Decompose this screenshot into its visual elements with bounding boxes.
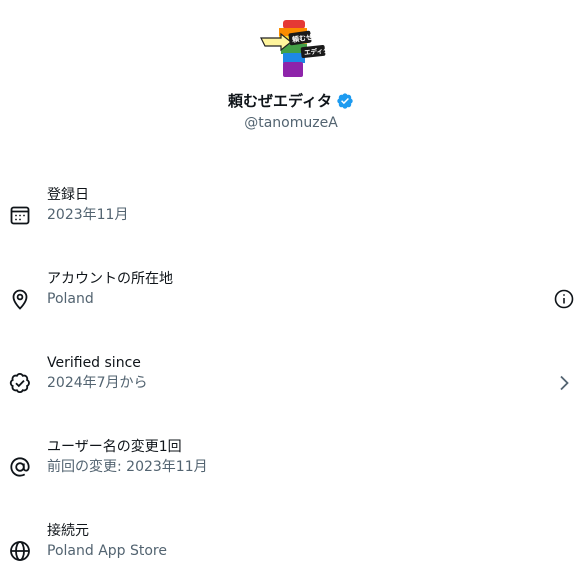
handle: @tanomuzeA	[244, 115, 338, 131]
info-row-location: アカウントの所在地 Poland	[0, 269, 582, 329]
globe-icon	[8, 539, 32, 563]
verified-badge-icon[interactable]	[336, 92, 354, 110]
row-subtitle: Poland App Store	[47, 543, 167, 559]
row-subtitle: 2023年11月	[47, 207, 129, 223]
info-row-connected-via: 接続元 Poland App Store	[0, 521, 582, 581]
avatar-logo-icon: 頼むぜ エディタ	[260, 20, 327, 77]
info-icon[interactable]	[552, 287, 576, 311]
calendar-icon	[8, 203, 32, 227]
at-sign-icon	[8, 455, 32, 479]
row-title: アカウントの所在地	[47, 271, 173, 287]
display-name: 頼むぜエディタ	[228, 92, 332, 110]
info-row-verified[interactable]: Verified since 2024年7月から	[0, 353, 582, 413]
row-title: 接続元	[47, 523, 89, 539]
row-title: Verified since	[47, 355, 141, 371]
info-row-username-changes: ユーザー名の変更1回 前回の変更: 2023年11月	[0, 437, 582, 497]
verified-badge-outline-icon	[8, 371, 32, 395]
display-name-row: 頼むぜエディタ	[0, 90, 582, 112]
row-subtitle: 2024年7月から	[47, 375, 148, 391]
avatar[interactable]: 頼むぜ エディタ	[257, 20, 327, 80]
location-pin-icon	[8, 287, 32, 311]
profile-header: 頼むぜ エディタ 頼むぜエディタ @tanomuzeA	[0, 0, 582, 140]
row-title: ユーザー名の変更1回	[47, 439, 182, 455]
chevron-right-icon[interactable]	[552, 371, 576, 395]
row-title: 登録日	[47, 187, 89, 203]
info-row-joined: 登録日 2023年11月	[0, 185, 582, 245]
row-subtitle: 前回の変更: 2023年11月	[47, 459, 208, 475]
row-subtitle: Poland	[47, 291, 94, 307]
